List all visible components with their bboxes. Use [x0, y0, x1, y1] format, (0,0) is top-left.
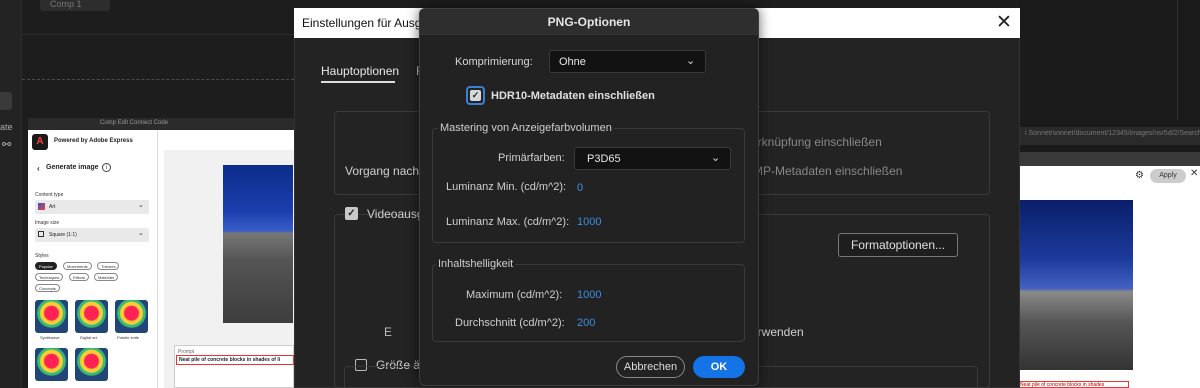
style-chip-concepts[interactable]: Concepts — [35, 284, 60, 292]
cancel-button[interactable]: Abbrechen — [616, 356, 685, 378]
maximum-value[interactable]: 1000 — [577, 289, 601, 301]
thumbnail-label: Palette knife — [117, 335, 140, 340]
video-output-label: Videoausg — [367, 207, 424, 221]
include-xmp-option: XMP-Metadaten einschließen — [745, 164, 903, 178]
style-chip-movements[interactable]: Movements — [63, 262, 92, 270]
style-chip-themes[interactable]: Themes — [97, 262, 120, 270]
ok-button[interactable]: OK — [693, 356, 745, 378]
prompt-input[interactable]: Neat pile of concrete blocks in shades o… — [176, 355, 294, 365]
close-icon[interactable]: ✕ — [996, 11, 1012, 34]
art-swatch-icon — [38, 203, 45, 210]
settings-dialog-title: Einstellungen für Ausg — [302, 16, 422, 30]
png-dialog-title: PNG-Optionen — [547, 15, 631, 29]
style-chip-popular[interactable]: Popular — [35, 262, 57, 270]
comp-tab[interactable]: Comp 1 — [40, 0, 110, 11]
primaries-label: Primärfarben: — [498, 152, 565, 164]
hdr-metadata-label[interactable]: HDR10-Metadaten einschließen — [491, 90, 655, 102]
primaries-select[interactable]: P3D65 — [574, 147, 731, 170]
luminance-max-value[interactable]: 1000 — [577, 216, 601, 228]
partial-label: E — [384, 325, 393, 339]
left-tool-strip — [0, 0, 22, 388]
generated-image-preview[interactable] — [223, 165, 293, 323]
tab-main-options[interactable]: Hauptoptionen — [321, 64, 399, 78]
generated-image-large — [1019, 200, 1133, 370]
info-icon[interactable]: i — [102, 163, 111, 172]
close-icon[interactable]: ✕ — [1190, 168, 1198, 179]
style-chip-techniques[interactable]: Techniques — [35, 273, 64, 281]
generate-image-title: Generate image — [46, 164, 99, 171]
image-size-label: Image size — [35, 220, 60, 226]
adobe-express-logo-icon: A — [32, 134, 48, 150]
prompt-highlight: Neat pile of concrete blocks in shades — [1019, 381, 1129, 388]
content-brightness-title: Inhaltshelligkeit — [436, 258, 516, 270]
chevron-down-icon: ⌄ — [138, 202, 144, 209]
style-chip-effects[interactable]: Effects — [69, 273, 90, 281]
back-chevron-icon[interactable]: ‹ — [37, 164, 40, 173]
background-right-divider — [1177, 0, 1178, 120]
chevron-down-icon: ⌄ — [686, 55, 696, 67]
style-thumbnail[interactable] — [35, 300, 68, 333]
left-tool-handle[interactable] — [0, 92, 12, 110]
luminance-max-label: Luminanz Max. (cd/m^2): — [446, 216, 570, 228]
luminance-min-label: Luminanz Min. (cd/m^2): — [446, 181, 567, 193]
left-panel-label: ate — [0, 122, 13, 132]
browser-address-bar[interactable]: i Sonnet/sonnet/document/12345/images/ns… — [1019, 127, 1200, 145]
average-value[interactable]: 200 — [577, 317, 595, 329]
format-options-button[interactable]: Formatoptionen... — [838, 233, 958, 257]
dashed-divider — [22, 79, 294, 80]
compression-label: Komprimierung: — [455, 56, 533, 68]
video-output-checkbox[interactable]: ✓ — [345, 207, 358, 220]
network-icon[interactable]: ⚯ — [2, 138, 11, 151]
browser-toolbar — [1019, 152, 1200, 166]
chevron-down-icon: ⌄ — [711, 152, 721, 164]
post-render-action-label: Vorgang nach c — [345, 164, 429, 178]
panel-divider — [22, 34, 294, 35]
include-link-option: verknüpfung einschließen — [745, 135, 882, 149]
chevron-down-icon: ⌄ — [138, 230, 144, 237]
image-size-select[interactable]: Square (1:1) — [35, 228, 149, 242]
style-thumbnail[interactable] — [75, 300, 108, 333]
powered-by-label: Powered by Adobe Express — [54, 138, 133, 144]
settings-icon[interactable]: ⚙ — [1135, 170, 1144, 181]
compression-select[interactable]: Ohne — [549, 50, 706, 73]
square-icon — [38, 231, 44, 237]
content-brightness-group — [432, 264, 745, 342]
style-chip-materials[interactable]: Materials — [94, 273, 119, 281]
express-top-nav: Comp Edit Connect Code — [28, 118, 294, 130]
apply-button[interactable]: Apply — [1150, 169, 1186, 183]
average-label: Durchschnitt (cd/m^2): — [455, 317, 565, 329]
style-thumbnail[interactable] — [35, 348, 68, 381]
thumbnail-label: Digital art — [80, 335, 97, 340]
luminance-min-value[interactable]: 0 — [577, 182, 583, 194]
content-type-select[interactable]: Art — [35, 200, 149, 214]
mastering-group-title: Mastering von Anzeigefarbvolumen — [438, 122, 614, 134]
active-tab-indicator — [321, 81, 395, 83]
style-thumbnail[interactable] — [75, 348, 108, 381]
maximum-label: Maximum (cd/m^2): — [466, 289, 563, 301]
express-sidebar: A Powered by Adobe Express ‹ Generate im… — [28, 130, 158, 388]
content-type-label: Content type — [35, 192, 64, 198]
hdr-metadata-checkbox[interactable]: ✓ — [470, 90, 481, 101]
style-thumbnail[interactable] — [115, 300, 148, 333]
styles-label: Styles — [35, 253, 49, 259]
thumbnail-label: Synthwave — [40, 335, 60, 340]
